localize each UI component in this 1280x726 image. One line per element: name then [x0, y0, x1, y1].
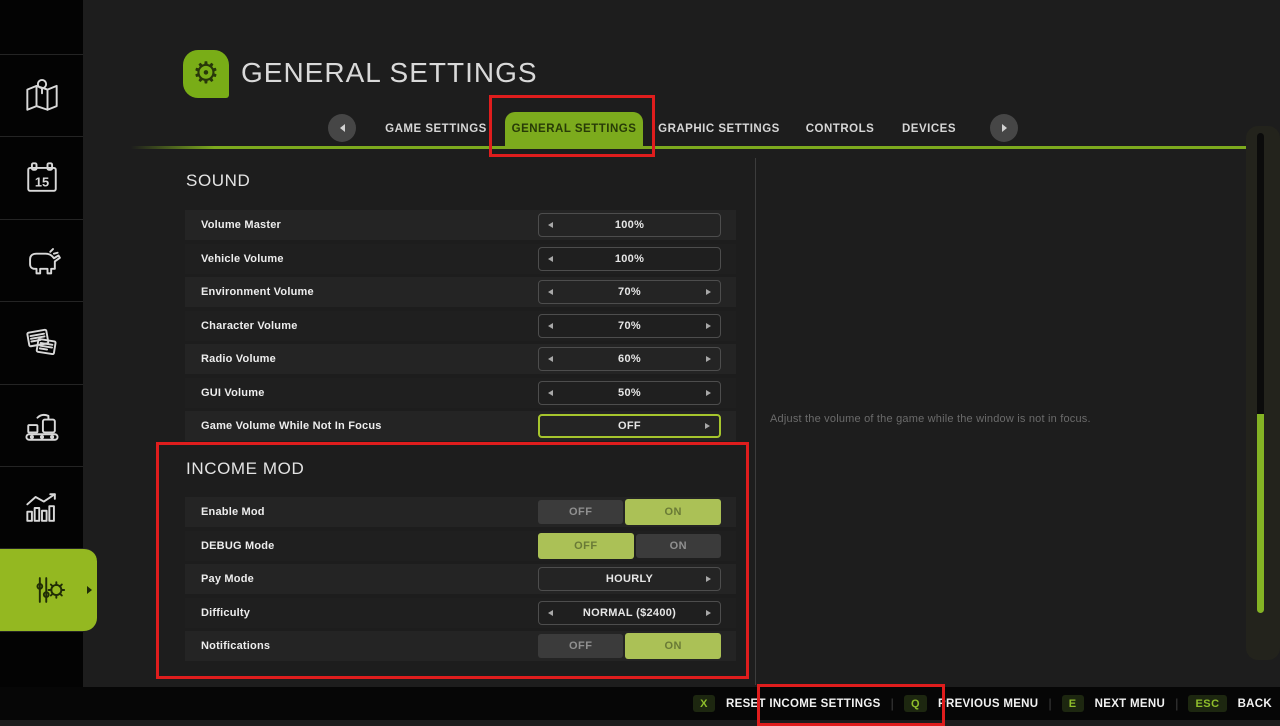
setting-value: 60%	[618, 353, 641, 365]
settings-sliders-icon	[27, 568, 71, 612]
back-label: BACK	[1238, 698, 1272, 710]
setting-value: 70%	[618, 320, 641, 332]
increase-arrow-icon[interactable]	[706, 323, 711, 329]
sidebar-item-map[interactable]	[0, 54, 83, 136]
cow-icon	[20, 239, 64, 283]
character-volume-selector[interactable]: 70%	[538, 314, 721, 338]
tab-devices[interactable]: DEVICES	[887, 112, 971, 146]
tabs-previous-button[interactable]	[328, 114, 356, 142]
setting-row-gui-volume: GUI Volume 50%	[185, 378, 736, 408]
setting-row-volume-master: Volume Master 100%	[185, 210, 736, 240]
statistics-icon	[20, 486, 64, 530]
back-button[interactable]: ESC BACK	[1188, 695, 1272, 712]
sidebar-item-contracts[interactable]	[0, 301, 83, 384]
increase-arrow-icon[interactable]	[706, 390, 711, 396]
map-icon	[20, 74, 64, 118]
setting-label: Volume Master	[185, 219, 538, 231]
chevron-right-icon	[1002, 124, 1007, 132]
setting-value: 50%	[618, 387, 641, 399]
game-volume-not-in-focus-selector[interactable]: OFF	[538, 414, 721, 438]
key-e-icon: E	[1062, 695, 1084, 712]
setting-value: OFF	[618, 420, 641, 432]
key-x-icon: X	[693, 695, 715, 712]
sound-section-title: SOUND	[186, 171, 250, 191]
sidebar-item-calendar[interactable]: 15	[0, 136, 83, 219]
setting-description-text: Adjust the volume of the game while the …	[770, 413, 1200, 425]
tab-underline	[83, 146, 1280, 149]
annotation-box-general-settings-tab	[489, 95, 655, 157]
sidebar-item-settings[interactable]	[0, 548, 97, 631]
increase-arrow-icon[interactable]	[706, 356, 711, 362]
bottom-keybind-bar: X RESET INCOME SETTINGS | Q PREVIOUS MEN…	[0, 687, 1280, 720]
tabs-next-button[interactable]	[990, 114, 1018, 142]
radio-volume-selector[interactable]: 60%	[538, 347, 721, 371]
decrease-arrow-icon[interactable]	[548, 356, 553, 362]
scrollbar-track[interactable]	[1257, 133, 1264, 414]
gear-icon: ⚙	[193, 59, 220, 89]
next-menu-label: NEXT MENU	[1095, 698, 1165, 710]
setting-row-radio-volume: Radio Volume 60%	[185, 344, 736, 374]
setting-label: Radio Volume	[185, 353, 538, 365]
calendar-icon: 15	[20, 156, 64, 200]
setting-value: 100%	[615, 219, 644, 231]
next-menu-button[interactable]: E NEXT MENU	[1062, 695, 1165, 712]
decrease-arrow-icon[interactable]	[548, 222, 553, 228]
chevron-left-icon	[340, 124, 345, 132]
setting-value: 100%	[615, 253, 644, 265]
setting-label: GUI Volume	[185, 387, 538, 399]
environment-volume-selector[interactable]: 70%	[538, 280, 721, 304]
sidebar-divider	[0, 631, 83, 632]
decrease-arrow-icon[interactable]	[548, 289, 553, 295]
setting-label: Environment Volume	[185, 286, 538, 298]
tab-graphic-settings[interactable]: GRAPHIC SETTINGS	[652, 112, 786, 146]
sidebar: 15	[0, 0, 83, 720]
sidebar-item-animals[interactable]	[0, 219, 83, 301]
setting-row-environment-volume: Environment Volume 70%	[185, 277, 736, 307]
setting-row-character-volume: Character Volume 70%	[185, 311, 736, 341]
increase-arrow-icon[interactable]	[705, 423, 710, 429]
setting-label: Character Volume	[185, 320, 538, 332]
vehicle-volume-selector[interactable]: 100%	[538, 247, 721, 271]
page-icon-badge: ⚙	[183, 50, 229, 98]
page-title: GENERAL SETTINGS	[241, 57, 538, 89]
increase-arrow-icon[interactable]	[706, 289, 711, 295]
panel-divider	[755, 158, 756, 685]
previous-menu-label: PREVIOUS MENU	[938, 698, 1038, 710]
setting-label: Vehicle Volume	[185, 253, 538, 265]
decrease-arrow-icon[interactable]	[548, 256, 553, 262]
setting-label: Game Volume While Not In Focus	[185, 420, 538, 432]
sidebar-item-production[interactable]	[0, 384, 83, 466]
sound-rows: Volume Master 100% Vehicle Volume 100% E…	[185, 210, 736, 441]
separator: |	[1175, 696, 1178, 711]
separator: |	[1048, 696, 1051, 711]
annotation-box-income-mod-section	[156, 442, 749, 679]
setting-row-game-volume-not-in-focus: Game Volume While Not In Focus OFF	[185, 411, 736, 441]
contracts-icon	[20, 321, 64, 365]
decrease-arrow-icon[interactable]	[548, 323, 553, 329]
calendar-day-label: 15	[34, 174, 48, 189]
scrollbar-thumb[interactable]	[1257, 414, 1264, 613]
production-icon	[20, 404, 64, 448]
sidebar-item-statistics[interactable]	[0, 466, 83, 548]
tab-game-settings[interactable]: GAME SETTINGS	[374, 112, 498, 146]
key-esc-icon: ESC	[1188, 695, 1226, 712]
volume-master-selector[interactable]: 100%	[538, 213, 721, 237]
gui-volume-selector[interactable]: 50%	[538, 381, 721, 405]
setting-value: 70%	[618, 286, 641, 298]
tab-controls[interactable]: CONTROLS	[799, 112, 881, 146]
setting-row-vehicle-volume: Vehicle Volume 100%	[185, 244, 736, 274]
decrease-arrow-icon[interactable]	[548, 390, 553, 396]
